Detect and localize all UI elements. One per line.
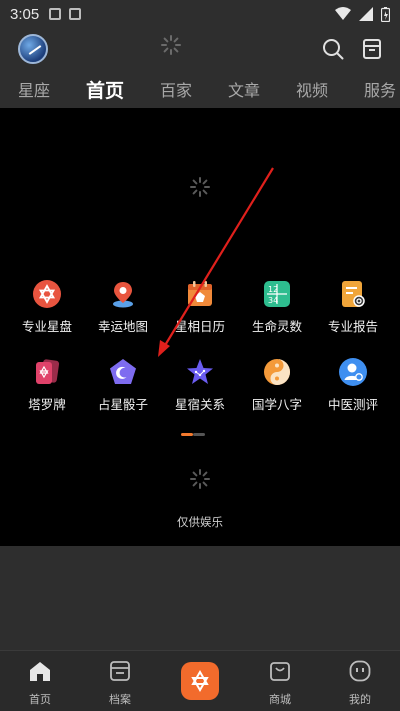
svg-text:12: 12 — [268, 285, 278, 294]
tab-home[interactable]: 首页 — [86, 76, 124, 103]
page-indicator — [181, 433, 205, 436]
tool-label: 专业星盘 — [21, 319, 72, 334]
archive-icon[interactable] — [362, 38, 382, 60]
moon-dice-icon — [110, 359, 136, 384]
nav-home[interactable]: 首页 — [0, 651, 80, 711]
nav-label: 商城 — [269, 693, 291, 706]
profile-face-icon — [349, 660, 371, 682]
tool-astro-dice[interactable]: 占星骰子 — [83, 358, 163, 418]
tool-label: 星相日历 — [174, 319, 225, 334]
home-icon — [30, 662, 50, 681]
tool-label: 星宿关系 — [174, 397, 225, 412]
tool-constellation-relations[interactable]: 星宿关系 — [160, 358, 240, 418]
tool-label: 专业报告 — [327, 319, 378, 334]
folder-icon — [110, 661, 130, 681]
star-of-david-icon — [191, 670, 209, 692]
tool-label: 国学八字 — [251, 397, 302, 412]
tool-label: 生命灵数 — [251, 319, 302, 334]
avatar[interactable] — [18, 34, 48, 64]
nav-label: 档案 — [109, 693, 131, 706]
entertainment-disclaimer: 仅供娱乐 — [177, 515, 223, 529]
tool-tarot[interactable]: 塔罗牌 — [7, 358, 87, 418]
tool-label: 中医测评 — [327, 397, 378, 412]
tool-label: 占星骰子 — [97, 397, 148, 412]
status-right — [335, 6, 390, 22]
map-pin-icon — [113, 282, 133, 308]
tool-bazi[interactable]: 国学八字 — [237, 358, 317, 418]
search-icon[interactable] — [322, 38, 344, 60]
tool-professional-chart[interactable]: 专业星盘 — [7, 280, 87, 340]
numbers-grid-icon: 12 34 — [264, 281, 290, 307]
tool-professional-report[interactable]: 专业报告 — [313, 280, 393, 340]
page-dot-inactive — [193, 433, 205, 436]
header — [0, 28, 400, 70]
yin-yang-icon — [264, 359, 290, 385]
tool-label: 塔罗牌 — [28, 397, 66, 412]
notification-icons — [49, 8, 82, 20]
status-time: 3:05 — [10, 5, 40, 23]
svg-text:34: 34 — [268, 296, 278, 305]
star-constellation-icon — [187, 359, 213, 384]
tarot-cards-icon — [36, 359, 60, 384]
page-dot-active — [181, 433, 193, 436]
loading-spinner-icon — [190, 177, 210, 197]
loading-spinner-icon — [161, 35, 181, 55]
tab-videos[interactable]: 视频 — [296, 77, 328, 101]
tool-astro-calendar[interactable]: 星相日历 — [160, 280, 240, 340]
tab-services[interactable]: 服务 — [364, 77, 396, 101]
tab-home-label: 首页 — [86, 79, 125, 102]
nav-archive[interactable]: 档案 — [80, 651, 160, 711]
signal-icon — [359, 7, 373, 21]
loading-spinner-icon — [190, 469, 210, 489]
nav-label: 首页 — [29, 693, 51, 706]
image-notification-icon — [49, 8, 62, 20]
tool-life-numbers[interactable]: 12 34 生命灵数 — [237, 280, 317, 340]
nav-profile[interactable]: 我的 — [320, 651, 400, 711]
doctor-icon — [339, 358, 367, 386]
wifi-icon — [335, 7, 351, 20]
tool-tcm-assessment[interactable]: 中医测评 — [313, 358, 393, 418]
tab-xingzuo[interactable]: 星座 — [18, 77, 50, 101]
shopping-bag-icon — [270, 662, 290, 681]
calendar-icon — [188, 281, 212, 306]
app-notification-icon — [69, 8, 82, 20]
star-of-david-icon — [33, 280, 61, 308]
tools-panel: 专业星盘 幸运地图 星相日历 12 34 生命灵数 专业报告 塔罗牌 占星骰子 … — [0, 108, 400, 546]
report-icon — [342, 281, 365, 307]
tools-row-2: 塔罗牌 占星骰子 星宿关系 国学八字 中医测评 — [0, 358, 400, 418]
nav-astrology-center-button[interactable] — [181, 662, 219, 700]
bottom-navigation: 首页 档案 商城 我的 — [0, 650, 400, 711]
tool-lucky-map[interactable]: 幸运地图 — [83, 280, 163, 340]
tools-row-1: 专业星盘 幸运地图 星相日历 12 34 生命灵数 专业报告 — [0, 280, 400, 340]
battery-icon — [381, 6, 390, 22]
status-bar: 3:05 — [0, 0, 400, 28]
nav-mall[interactable]: 商城 — [240, 651, 320, 711]
tool-label: 幸运地图 — [97, 319, 148, 334]
category-tabs: 星座 首页 百家 文章 视频 服务 — [0, 70, 400, 108]
tab-articles[interactable]: 文章 — [228, 77, 260, 101]
tab-baijia[interactable]: 百家 — [160, 77, 192, 101]
nav-label: 我的 — [349, 693, 371, 706]
